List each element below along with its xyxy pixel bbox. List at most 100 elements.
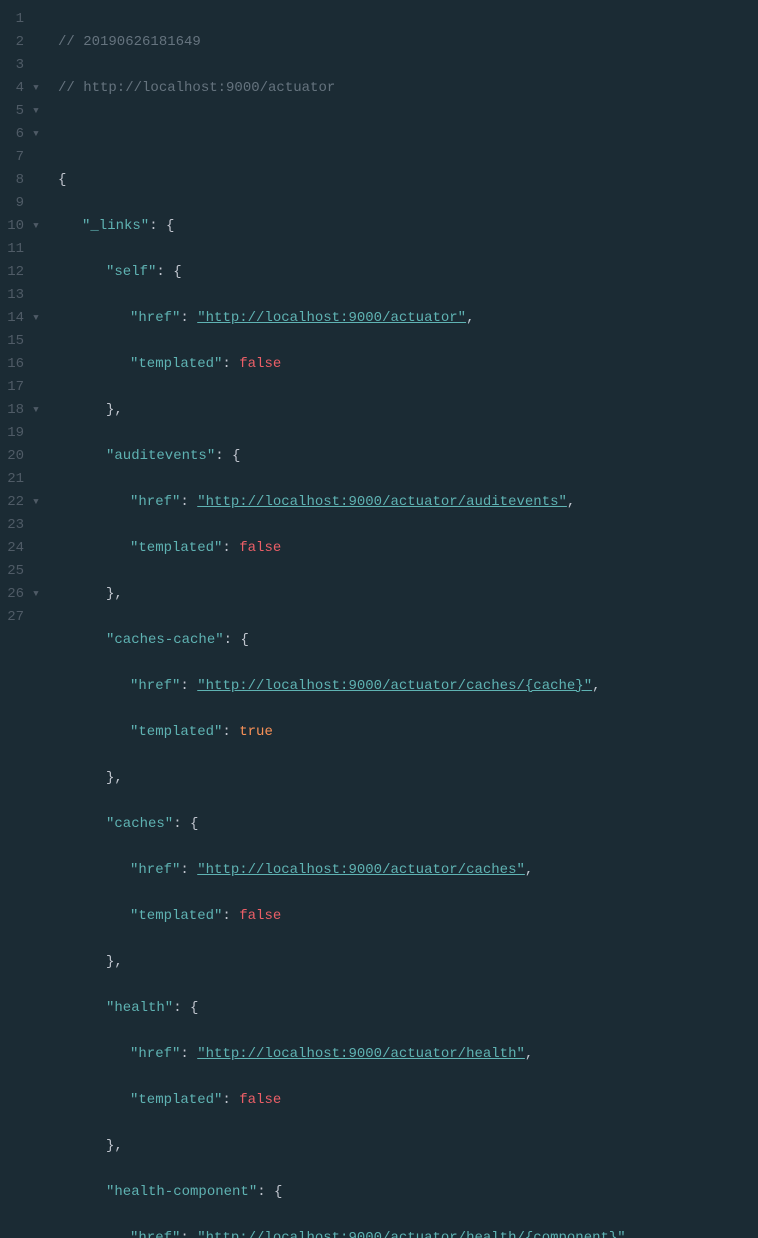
comma: ,	[626, 1230, 634, 1238]
fold-marker[interactable]	[30, 353, 42, 376]
colon: :	[222, 724, 239, 740]
fold-marker[interactable]: ▼	[30, 583, 42, 606]
line-number[interactable]: 27	[4, 606, 24, 629]
fold-marker[interactable]: ▼	[30, 123, 42, 146]
fold-marker[interactable]: ▼	[30, 100, 42, 123]
fold-marker[interactable]	[30, 606, 42, 629]
href-link-health-component[interactable]: "http://localhost:9000/actuator/health/{…	[197, 1230, 625, 1238]
fold-marker[interactable]	[30, 192, 42, 215]
json-key-href: "href"	[130, 1046, 180, 1062]
href-link-caches-cache[interactable]: "http://localhost:9000/actuator/caches/{…	[197, 678, 592, 694]
fold-marker[interactable]: ▼	[30, 399, 42, 422]
fold-marker[interactable]	[30, 330, 42, 353]
line-number[interactable]: 19	[4, 422, 24, 445]
json-key-auditevents: "auditevents"	[106, 448, 215, 464]
json-key-templated: "templated"	[130, 540, 222, 556]
fold-marker[interactable]: ▼	[30, 491, 42, 514]
open-brace: {	[240, 632, 248, 648]
json-key-templated: "templated"	[130, 724, 222, 740]
comma: ,	[592, 678, 600, 694]
fold-marker[interactable]	[30, 560, 42, 583]
href-link-caches[interactable]: "http://localhost:9000/actuator/caches"	[197, 862, 525, 878]
line-number[interactable]: 24	[4, 537, 24, 560]
fold-marker[interactable]	[30, 238, 42, 261]
json-key-templated: "templated"	[130, 1092, 222, 1108]
colon: :	[224, 632, 241, 648]
fold-marker[interactable]	[30, 54, 42, 77]
colon: :	[180, 862, 197, 878]
line-number[interactable]: 3	[4, 54, 24, 77]
close-brace: },	[106, 1138, 123, 1154]
line-number[interactable]: 1	[4, 8, 24, 31]
close-brace: },	[106, 402, 123, 418]
fold-marker[interactable]	[30, 146, 42, 169]
href-link-health[interactable]: "http://localhost:9000/actuator/health"	[197, 1046, 525, 1062]
colon: :	[173, 816, 190, 832]
fold-marker[interactable]	[30, 514, 42, 537]
fold-marker[interactable]	[30, 422, 42, 445]
colon: :	[149, 218, 166, 234]
open-brace: {	[190, 816, 198, 832]
line-number[interactable]: 16	[4, 353, 24, 376]
bool-false: false	[239, 908, 281, 924]
colon: :	[180, 1046, 197, 1062]
line-number[interactable]: 13	[4, 284, 24, 307]
line-number[interactable]: 17	[4, 376, 24, 399]
line-number[interactable]: 26	[4, 583, 24, 606]
line-number[interactable]: 4	[4, 77, 24, 100]
json-key-links: "_links"	[82, 218, 149, 234]
line-number[interactable]: 6	[4, 123, 24, 146]
fold-marker[interactable]	[30, 169, 42, 192]
line-number[interactable]: 18	[4, 399, 24, 422]
line-number[interactable]: 14	[4, 307, 24, 330]
line-number[interactable]: 10	[4, 215, 24, 238]
href-link-auditevents[interactable]: "http://localhost:9000/actuator/auditeve…	[197, 494, 567, 510]
fold-marker[interactable]	[30, 284, 42, 307]
line-number[interactable]: 15	[4, 330, 24, 353]
comma: ,	[567, 494, 575, 510]
colon: :	[222, 356, 239, 372]
fold-marker[interactable]: ▼	[30, 77, 42, 100]
fold-marker[interactable]: ▼	[30, 307, 42, 330]
json-key-href: "href"	[130, 678, 180, 694]
line-number[interactable]: 8	[4, 169, 24, 192]
href-link-self[interactable]: "http://localhost:9000/actuator"	[197, 310, 466, 326]
line-number[interactable]: 25	[4, 560, 24, 583]
json-key-templated: "templated"	[130, 908, 222, 924]
line-number[interactable]: 23	[4, 514, 24, 537]
line-number[interactable]: 20	[4, 445, 24, 468]
line-number[interactable]: 2	[4, 31, 24, 54]
bool-false: false	[239, 356, 281, 372]
line-number[interactable]: 21	[4, 468, 24, 491]
json-key-href: "href"	[130, 1230, 180, 1238]
json-key-href: "href"	[130, 310, 180, 326]
fold-marker[interactable]	[30, 31, 42, 54]
colon: :	[222, 540, 239, 556]
fold-marker[interactable]: ▼	[30, 215, 42, 238]
line-number[interactable]: 22	[4, 491, 24, 514]
line-number[interactable]: 9	[4, 192, 24, 215]
fold-marker[interactable]	[30, 376, 42, 399]
fold-marker[interactable]	[30, 8, 42, 31]
line-number[interactable]: 7	[4, 146, 24, 169]
open-brace: {	[166, 218, 174, 234]
open-brace: {	[190, 1000, 198, 1016]
open-brace: {	[58, 172, 66, 188]
colon: :	[222, 1092, 239, 1108]
json-key-caches: "caches"	[106, 816, 173, 832]
fold-marker[interactable]	[30, 261, 42, 284]
fold-marker[interactable]	[30, 445, 42, 468]
comma: ,	[525, 862, 533, 878]
comment-timestamp: // 20190626181649	[58, 34, 201, 50]
line-number[interactable]: 11	[4, 238, 24, 261]
fold-marker[interactable]	[30, 468, 42, 491]
line-number-gutter: 1 2 3 4 5 6 7 8 9 10 11 12 13 14 15 16 1…	[0, 0, 30, 619]
code-area[interactable]: // 20190626181649 // http://localhost:90…	[46, 0, 758, 619]
colon: :	[257, 1184, 274, 1200]
json-key-href: "href"	[130, 862, 180, 878]
line-number[interactable]: 5	[4, 100, 24, 123]
code-editor: 1 2 3 4 5 6 7 8 9 10 11 12 13 14 15 16 1…	[0, 0, 758, 619]
comma: ,	[525, 1046, 533, 1062]
line-number[interactable]: 12	[4, 261, 24, 284]
fold-marker[interactable]	[30, 537, 42, 560]
